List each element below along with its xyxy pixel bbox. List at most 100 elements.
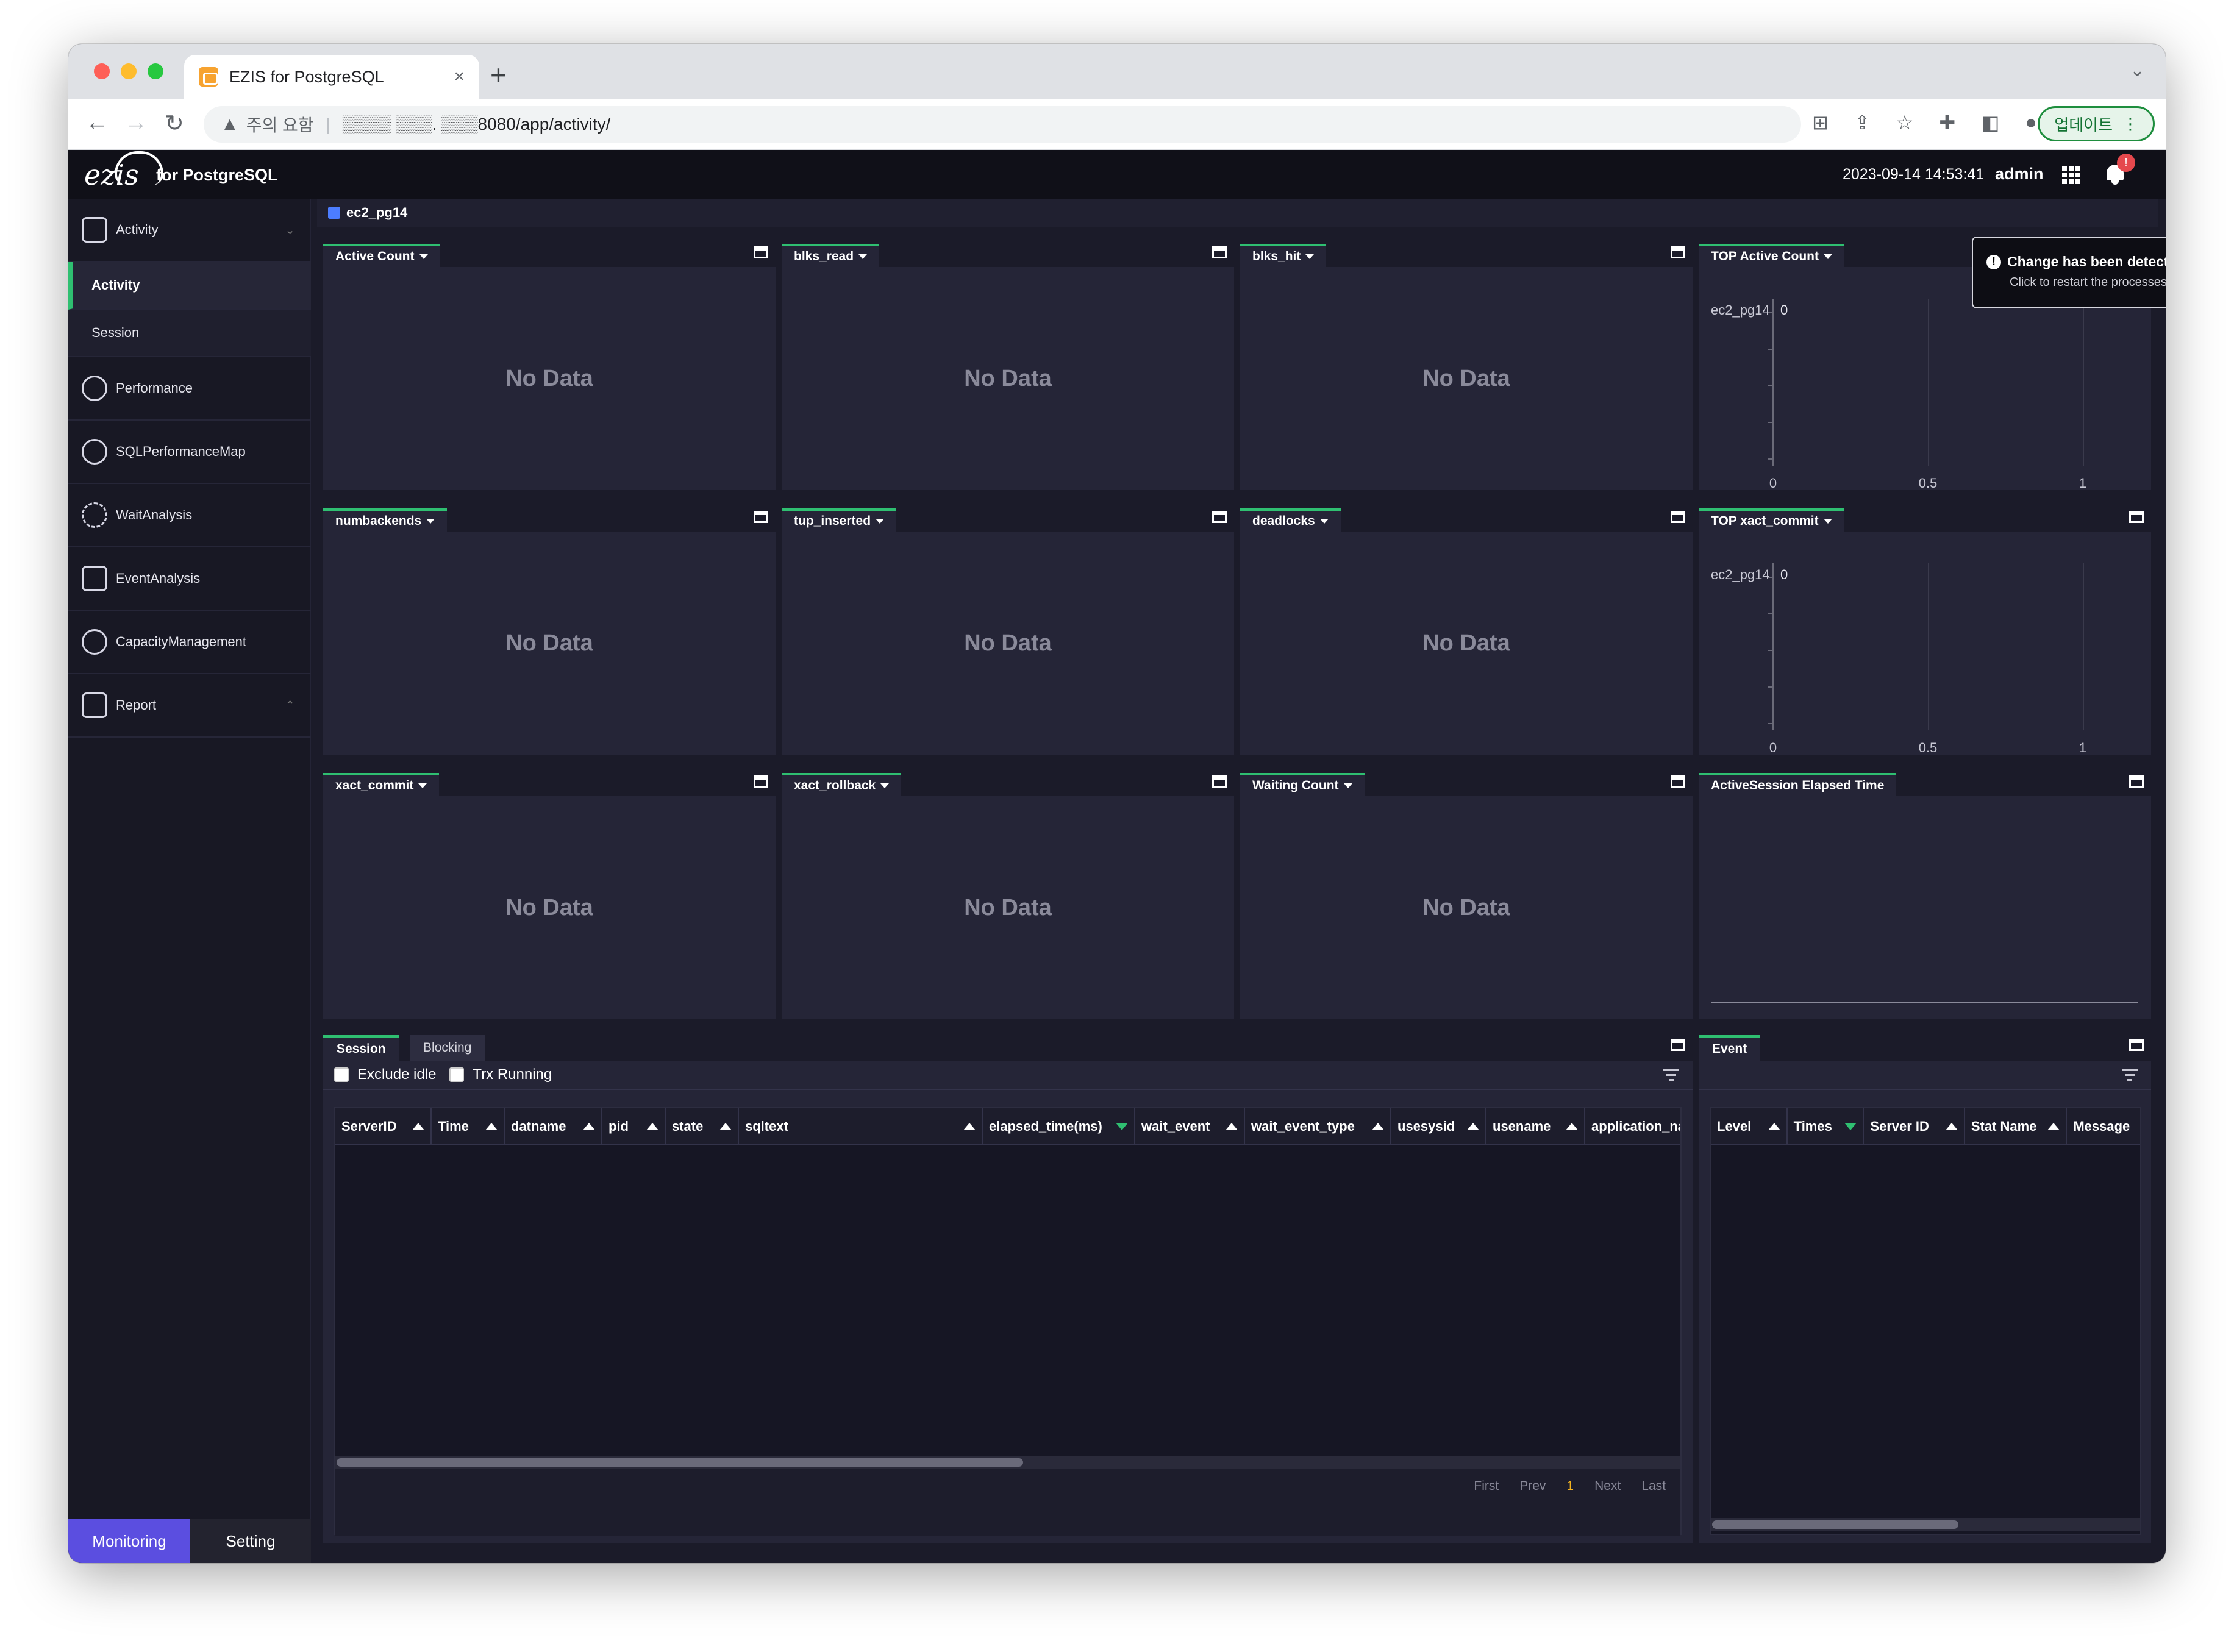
maximize-icon[interactable] <box>1212 775 1227 788</box>
panel-title-dropdown[interactable]: tup_inserted <box>782 508 897 532</box>
column-header-message[interactable]: Message <box>2067 1108 2140 1145</box>
bookmark-star-icon[interactable]: ☆ <box>1896 111 1914 134</box>
sidebar-item-report[interactable]: Report ⌃ <box>68 674 311 738</box>
pager-last[interactable]: Last <box>1641 1479 1666 1494</box>
maximize-icon[interactable] <box>2129 775 2144 788</box>
column-header-elapsed-time[interactable]: elapsed_time(ms) <box>983 1108 1135 1145</box>
profile-avatar-icon[interactable]: ● <box>2025 111 2036 134</box>
sidebar-item-eventanalysis[interactable]: EventAnalysis <box>68 547 311 611</box>
browser-tab[interactable]: EZIS for PostgreSQL × <box>184 55 479 99</box>
extensions-puzzle-icon[interactable]: ✚ <box>1939 111 1955 134</box>
user-name[interactable]: admin <box>1995 165 2044 183</box>
panel-title-dropdown[interactable]: deadlocks <box>1240 508 1341 532</box>
maximize-icon[interactable] <box>1671 1039 1685 1051</box>
column-header-application-name[interactable]: application_na <box>1585 1108 1680 1145</box>
panel-title-dropdown[interactable]: TOP Active Count <box>1699 244 1844 267</box>
column-label: Stat Name <box>1971 1119 2037 1134</box>
column-header-datname[interactable]: datname <box>505 1108 602 1145</box>
no-data-label: No Data <box>964 365 1052 391</box>
column-header-sqltext[interactable]: sqltext <box>739 1108 983 1145</box>
maximize-icon[interactable] <box>1671 246 1685 258</box>
panel-title-dropdown[interactable]: xact_rollback <box>782 773 902 796</box>
caret-down-icon <box>1823 519 1832 524</box>
tab-blocking[interactable]: Blocking <box>410 1035 485 1061</box>
exclude-idle-checkbox[interactable] <box>334 1067 349 1082</box>
panel-title-dropdown[interactable]: Active Count <box>323 244 440 267</box>
maximize-window-button[interactable] <box>148 63 163 79</box>
column-header-times[interactable]: Times <box>1788 1108 1865 1145</box>
maximize-icon[interactable] <box>754 246 768 258</box>
sidebar-subitem-activity[interactable]: Activity <box>68 262 311 310</box>
pager-next[interactable]: Next <box>1594 1479 1621 1494</box>
apps-grid-icon[interactable] <box>2062 166 2080 184</box>
minimize-window-button[interactable] <box>121 63 137 79</box>
pager-prev[interactable]: Prev <box>1519 1479 1546 1494</box>
close-window-button[interactable] <box>94 63 110 79</box>
sidebar-item-performance[interactable]: Performance <box>68 357 311 421</box>
chart-value-label: 0 <box>1780 302 1788 318</box>
translate-icon[interactable]: ⊞ <box>1812 111 1829 134</box>
panel-title-dropdown[interactable]: blks_read <box>782 244 880 267</box>
change-detected-toast[interactable]: ! Change has been detected Click to rest… <box>1972 237 2166 308</box>
tab-session[interactable]: Session <box>323 1035 399 1061</box>
no-data-label: No Data <box>505 894 593 920</box>
maximize-icon[interactable] <box>2129 511 2144 523</box>
sort-asc-icon <box>1768 1123 1780 1130</box>
side-panel-icon[interactable]: ◧ <box>1981 111 1999 134</box>
maximize-icon[interactable] <box>754 775 768 788</box>
column-header-serverid[interactable]: ServerID <box>335 1108 432 1145</box>
maximize-icon[interactable] <box>1671 511 1685 523</box>
maximize-icon[interactable] <box>1671 775 1685 788</box>
sidebar-item-sqlperformancemap[interactable]: SQLPerformanceMap <box>68 421 311 484</box>
panel-title-dropdown[interactable]: TOP xact_commit <box>1699 508 1844 532</box>
tab-event[interactable]: Event <box>1699 1035 1761 1061</box>
filter-icon[interactable] <box>1663 1069 1679 1081</box>
sidebar-subitem-session[interactable]: Session <box>68 310 311 357</box>
sidebar-item-capacitymanagement[interactable]: CapacityManagement <box>68 611 311 674</box>
pager-first[interactable]: First <box>1474 1479 1499 1494</box>
instance-checkbox[interactable] <box>328 207 340 219</box>
caret-down-icon <box>419 254 428 259</box>
maximize-icon[interactable] <box>2129 1039 2144 1051</box>
sidebar-item-waitanalysis[interactable]: WaitAnalysis <box>68 484 311 547</box>
column-header-wait-event[interactable]: wait_event <box>1135 1108 1245 1145</box>
column-label: ServerID <box>341 1119 397 1134</box>
tab-close-icon[interactable]: × <box>454 66 465 87</box>
column-header-wait-event-type[interactable]: wait_event_type <box>1245 1108 1391 1145</box>
horizontal-scrollbar-thumb[interactable] <box>337 1458 1023 1467</box>
column-header-stat-name[interactable]: Stat Name <box>1965 1108 2068 1145</box>
tab-search-chevron-icon[interactable]: ⌄ <box>2130 60 2145 81</box>
maximize-icon[interactable] <box>1212 511 1227 523</box>
sort-asc-icon <box>719 1123 732 1130</box>
sidebar-item-label: CapacityManagement <box>116 634 247 649</box>
setting-button[interactable]: Setting <box>190 1519 311 1563</box>
back-arrow-icon[interactable]: ← <box>85 110 109 136</box>
maximize-icon[interactable] <box>754 511 768 523</box>
caret-down-icon <box>858 254 868 259</box>
new-tab-button[interactable]: + <box>490 59 507 91</box>
column-header-state[interactable]: state <box>666 1108 739 1145</box>
column-header-time[interactable]: Time <box>432 1108 505 1145</box>
reload-icon[interactable]: ↻ <box>165 110 184 137</box>
column-header-level[interactable]: Level <box>1711 1108 1788 1145</box>
column-header-usesysid[interactable]: usesysid <box>1391 1108 1486 1145</box>
maximize-icon[interactable] <box>1212 246 1227 258</box>
column-header-server-id[interactable]: Server ID <box>1864 1108 1965 1145</box>
sidebar-item-activity[interactable]: Activity ⌄ <box>68 199 311 262</box>
share-icon[interactable]: ⇪ <box>1854 111 1871 134</box>
panel-title-dropdown[interactable]: xact_commit <box>323 773 440 796</box>
panel-title-dropdown[interactable]: numbackends <box>323 508 448 532</box>
column-header-pid[interactable]: pid <box>602 1108 666 1145</box>
panel-title-dropdown[interactable]: blks_hit <box>1240 244 1327 267</box>
notification-badge: ! <box>2117 154 2135 172</box>
horizontal-scrollbar-thumb[interactable] <box>1712 1520 1958 1529</box>
panel-title-dropdown[interactable]: Waiting Count <box>1240 773 1365 796</box>
column-header-usename[interactable]: usename <box>1486 1108 1585 1145</box>
address-bar[interactable]: ▲ 주의 요함 | ▒▒▒▒ ▒▒▒. ▒▒▒8080/app/activity… <box>204 106 1801 143</box>
filter-icon[interactable] <box>2122 1069 2138 1081</box>
monitoring-button[interactable]: Monitoring <box>68 1519 190 1563</box>
pager-current-page[interactable]: 1 <box>1566 1479 1574 1494</box>
update-button[interactable]: 업데이트 ⋮ <box>2038 106 2155 141</box>
forward-arrow-icon[interactable]: → <box>124 110 148 136</box>
trx-running-checkbox[interactable] <box>449 1067 465 1082</box>
